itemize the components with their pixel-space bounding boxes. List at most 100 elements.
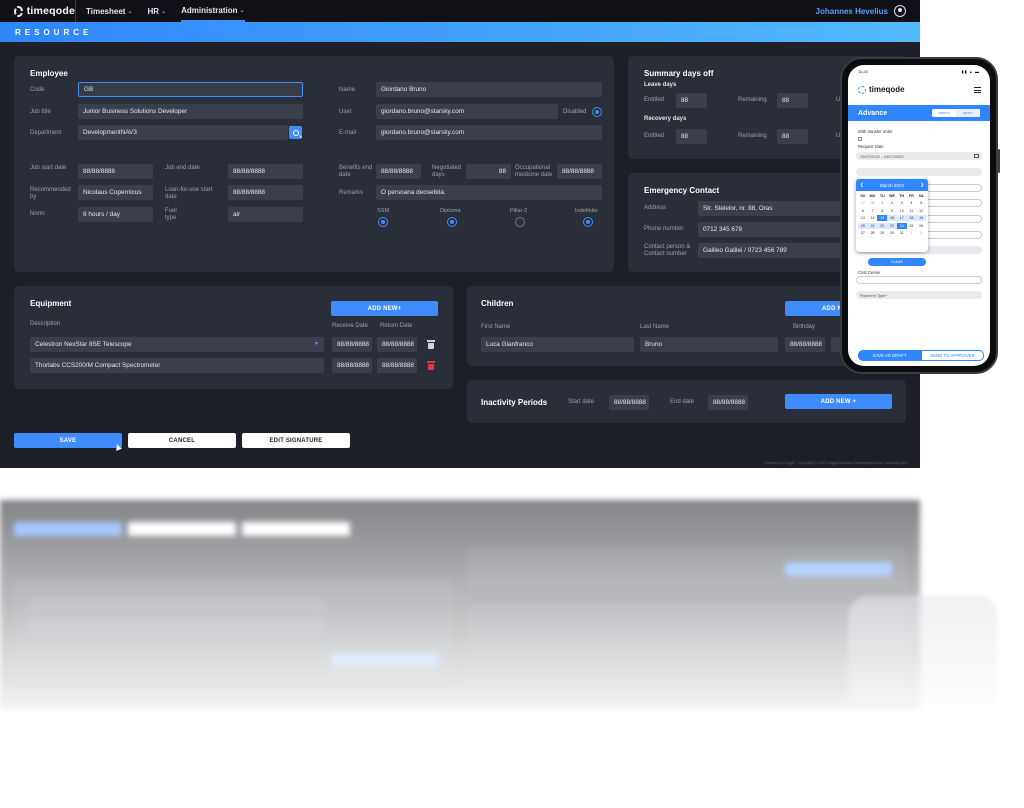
calendar-icon[interactable] [974,154,979,158]
equipment-row-1-description[interactable]: Celestron NexStar 8SE Telescope ▼ [30,337,324,352]
delete-row-1-trash-icon[interactable] [427,340,435,349]
calendar-day[interactable]: 2 [916,230,926,236]
ssm-radio[interactable] [378,217,388,227]
calendar-day[interactable]: 7 [868,208,878,214]
recovery-remaining-input[interactable]: 88 [777,129,808,144]
calendar-day[interactable]: 10 [897,208,907,214]
cancel-button[interactable]: CANCEL [128,433,236,448]
pillar2-radio[interactable] [515,217,525,227]
phone-field-1[interactable] [856,168,982,176]
calendar-day[interactable]: 27 [858,200,868,206]
logo[interactable]: timeqode [14,0,76,22]
equipment-row-1-receive[interactable]: 88/88/8888 [332,337,372,352]
department-search-button[interactable] [289,126,302,139]
calendar-day[interactable]: 24 [896,222,907,229]
calendar-day[interactable]: 22 [877,222,888,229]
calendar-day[interactable]: 28 [868,200,878,206]
next-month-icon[interactable]: ❯ [920,182,924,188]
negotiated-days-input[interactable]: 88 [466,164,511,179]
calendar-day[interactable]: 26 [916,223,926,229]
leave-remaining-input[interactable]: 88 [777,93,808,108]
equipment-row-2-receive[interactable]: 88/88/8888 [332,358,372,373]
nav-hr[interactable]: HR ⌄ [147,0,166,22]
job-start-input[interactable]: 88/88/8888 [78,164,153,179]
cost-center-input[interactable] [856,276,982,284]
calendar-day[interactable]: 14 [868,215,878,221]
department-input[interactable]: DevelopmentNAV3 [78,125,288,140]
calendar-day[interactable]: 16 [887,215,897,222]
recovery-entitled-input[interactable]: 88 [676,129,707,144]
equipment-row-2-return[interactable]: 88/88/8888 [377,358,417,373]
calendar-day[interactable]: 2 [887,200,897,206]
user-menu[interactable]: Johannes Hevelius [816,0,906,22]
disabled-radio[interactable] [592,107,602,117]
calendar-day[interactable]: 9 [887,208,897,214]
inactivity-end-input[interactable]: 88/88/8888 [708,395,748,410]
calendar-day[interactable]: 11 [907,208,917,214]
calendar-day[interactable]: 27 [858,230,868,236]
calendar-day[interactable]: 8 [877,208,887,214]
remarks-input[interactable]: O persoana deosebita. [376,185,602,200]
calendar-day[interactable]: 20 [858,222,868,229]
equipment-row-2-description[interactable]: Thorlabs CCS200/M Compact Spectrometer [30,358,324,373]
calendar-day[interactable]: 6 [858,208,868,214]
phone-mode-toggle[interactable]: DEPLOI DRAFT [932,109,980,117]
calendar-day[interactable]: 15 [877,215,888,222]
calendar-day[interactable]: 28 [868,230,878,236]
leave-entitled-input[interactable]: 88 [676,93,707,108]
diploma-radio[interactable] [447,217,457,227]
calendar-day[interactable]: 23 [887,222,897,229]
save-as-draft-button[interactable]: SAVE AS DRAFT [858,350,921,361]
loan-start-input[interactable]: 88/88/8888 [228,185,303,200]
nav-timesheet[interactable]: Timesheet ⌄ [86,0,132,22]
child-last-name-input[interactable]: Bruno [640,337,778,352]
calendar-day[interactable]: 1 [877,200,887,206]
child-first-name-input[interactable]: Luca Gianfranco [481,337,634,352]
recommended-input[interactable]: Nicolaus Copernicus [78,185,153,200]
calendar-day[interactable]: 12 [916,208,926,214]
calendar-day[interactable]: 5 [916,200,926,206]
calendar-day[interactable]: 13 [858,215,868,221]
add-equipment-button[interactable]: ADD NEW+ [331,301,438,316]
calendar-day[interactable]: 31 [897,230,907,236]
toggle-option-2[interactable]: DRAFT [956,109,980,117]
inactivity-start-input[interactable]: 88/88/8888 [609,395,649,410]
calendar-day[interactable]: 18 [906,215,917,222]
child-birthday-input[interactable]: 88/88/8888 [785,337,825,352]
calendar-day[interactable]: 3 [897,200,907,206]
benefits-end-input[interactable]: 88/88/8888 [376,164,421,179]
phone-logo[interactable]: timeqode [858,85,905,94]
user-input[interactable]: giordano.bruno@starsky.com [376,104,558,119]
request-date-input[interactable]: 15/07/2022 - 24/07/2022 [856,152,982,160]
equipment-row-1-return[interactable]: 88/88/8888 [377,337,417,352]
calendar-day[interactable]: 17 [896,215,907,222]
calendar-day[interactable]: 1 [907,230,917,236]
save-button[interactable]: SAVE [14,433,122,448]
calendar-day[interactable]: 25 [907,223,917,229]
calendar-day[interactable]: 30 [887,230,897,236]
calendar-day[interactable]: 21 [867,222,878,229]
delete-row-2-trash-icon[interactable] [427,361,435,370]
occupational-input[interactable]: 88/88/8888 [557,164,602,179]
indefinite-radio[interactable] [583,217,593,227]
calendar-day[interactable]: 29 [877,230,887,236]
with-transfer-checkbox[interactable] [858,137,862,141]
payment-type-input[interactable]: Payment Type* [856,291,982,299]
code-input[interactable]: GB [78,82,303,97]
email-input[interactable]: giordano.bruno@starsky.com [376,125,602,140]
calendar-day[interactable]: 19 [916,215,926,222]
add-inactivity-button[interactable]: ADD NEW + [785,394,892,409]
send-to-approver-button[interactable]: SEND TO APPROVER [921,350,984,361]
fuel-type-input[interactable]: air [228,207,303,222]
hamburger-menu-icon[interactable] [974,87,981,95]
job-end-input[interactable]: 88/88/8888 [228,164,303,179]
calendar-day[interactable]: 4 [907,200,917,206]
calendar-clear-button[interactable]: CLEAR [868,258,926,266]
edit-signature-button[interactable]: EDIT SIGNATURE [242,433,350,448]
job-title-input[interactable]: Junior Business Solutions Developer [78,104,303,119]
norm-input[interactable]: 8 hours / day [78,207,153,222]
toggle-option-1[interactable]: DEPLOI [932,109,956,117]
nav-administration[interactable]: Administration ⌄ [181,0,245,22]
prev-month-icon[interactable]: ❮ [860,182,864,188]
name-input[interactable]: Giordano Bruno [376,82,602,97]
